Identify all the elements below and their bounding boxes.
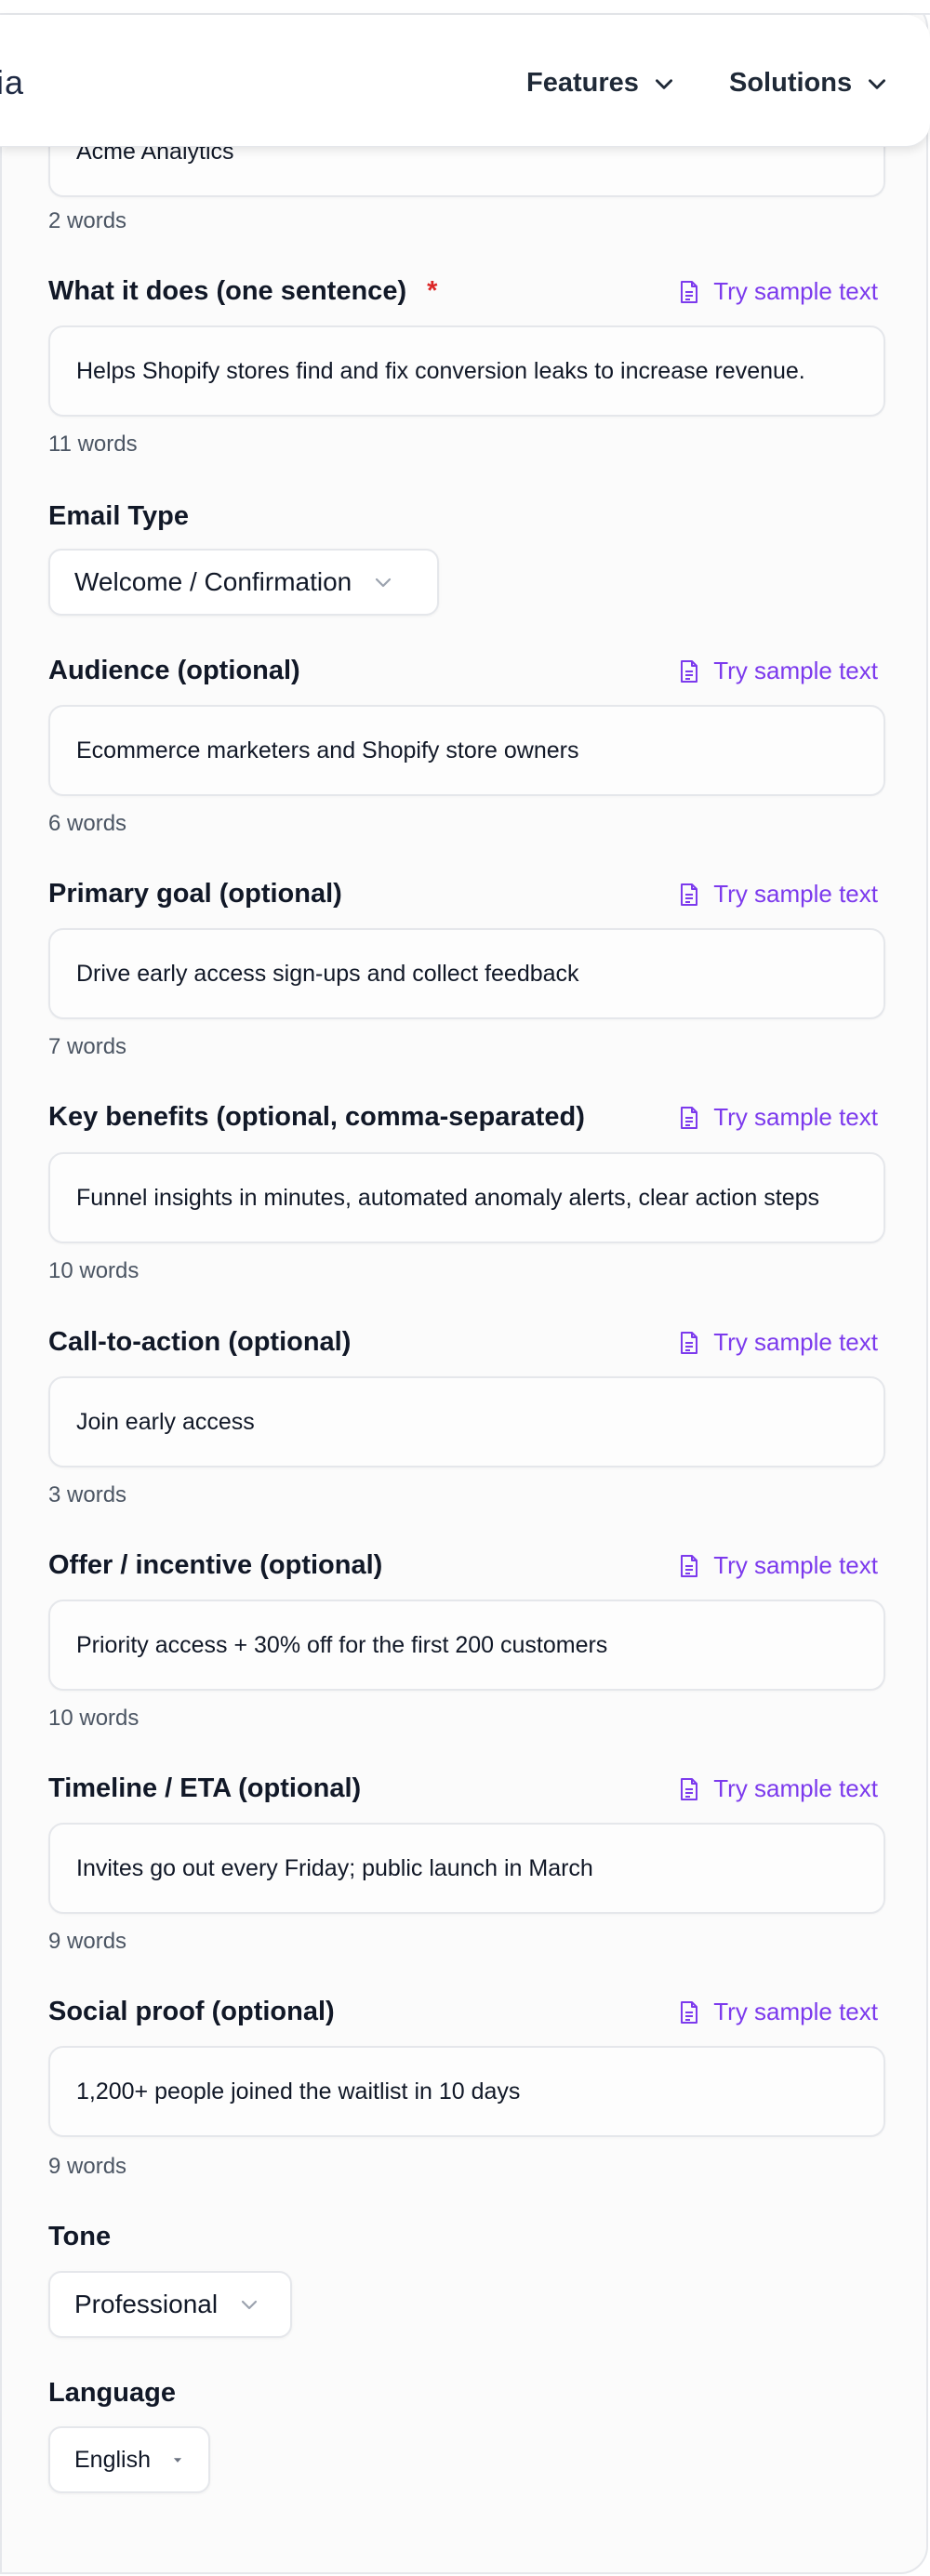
key-benefits-label: Key benefits (optional, comma-separated) — [48, 1102, 585, 1132]
email-type-select[interactable]: Welcome / Confirmation — [48, 549, 439, 616]
what-it-does-word-count: 11 words — [48, 432, 138, 457]
document-text-icon — [681, 883, 698, 906]
document-text-icon — [681, 1106, 698, 1129]
what-it-does-sample-link[interactable]: Try sample text — [678, 277, 878, 306]
audience-sample-link[interactable]: Try sample text — [678, 657, 878, 685]
timeline-input[interactable]: Invites go out every Friday; public laun… — [48, 1823, 885, 1914]
window-top-edge — [0, 0, 930, 15]
what-it-does-input[interactable]: Helps Shopify stores find and fix conver… — [48, 325, 885, 417]
sample-link-label: Try sample text — [713, 657, 878, 684]
document-text-icon — [681, 2000, 698, 2024]
timeline-value: Invites go out every Friday; public laun… — [76, 1854, 593, 1881]
cta-label: Call-to-action (optional) — [48, 1327, 352, 1357]
sample-link-label: Try sample text — [713, 880, 878, 908]
sample-link-label: Try sample text — [713, 277, 878, 305]
social-proof-label: Social proof (optional) — [48, 1997, 335, 2026]
language-selected: English — [74, 2446, 151, 2473]
primary-goal-sample-link[interactable]: Try sample text — [678, 880, 878, 909]
social-proof-input[interactable]: 1,200+ people joined the waitlist in 10 … — [48, 2046, 885, 2137]
key-benefits-input[interactable]: Funnel insights in minutes, automated an… — [48, 1152, 885, 1243]
offer-word-count: 10 words — [48, 1706, 140, 1731]
document-text-icon — [681, 1777, 698, 1800]
key-benefits-value: Funnel insights in minutes, automated an… — [76, 1184, 820, 1211]
nav-solutions[interactable]: Solutions — [729, 68, 889, 99]
what-it-does-label: What it does (one sentence) * — [48, 276, 437, 307]
offer-input[interactable]: Priority access + 30% off for the first … — [48, 1600, 885, 1691]
audience-label: Audience (optional) — [48, 656, 300, 685]
what-it-does-label-text: What it does (one sentence) — [48, 276, 407, 306]
primary-goal-input[interactable]: Drive early access sign-ups and collect … — [48, 928, 885, 1019]
sample-link-label: Try sample text — [713, 1328, 878, 1356]
tone-label: Tone — [48, 2222, 112, 2251]
email-type-selected: Welcome / Confirmation — [74, 567, 352, 596]
social-proof-value: 1,200+ people joined the waitlist in 10 … — [76, 2078, 521, 2105]
offer-label: Offer / incentive (optional) — [48, 1550, 383, 1580]
audience-input[interactable]: Ecommerce marketers and Shopify store ow… — [48, 705, 885, 796]
required-asterisk: * — [427, 276, 438, 306]
language-select[interactable]: English — [48, 2426, 210, 2493]
chevron-down-icon — [241, 2300, 258, 2310]
nav-solutions-label: Solutions — [729, 68, 853, 98]
product-name-word-count: 2 words — [48, 208, 127, 233]
audience-word-count: 6 words — [48, 811, 127, 836]
cta-input[interactable]: Join early access — [48, 1376, 885, 1467]
document-text-icon — [681, 280, 698, 303]
primary-goal-word-count: 7 words — [48, 1034, 127, 1059]
sample-link-label: Try sample text — [713, 1103, 878, 1131]
timeline-label: Timeline / ETA (optional) — [48, 1773, 362, 1803]
what-it-does-value: Helps Shopify stores find and fix conver… — [76, 357, 805, 384]
email-type-label: Email Type — [48, 501, 189, 531]
audience-value: Ecommerce marketers and Shopify store ow… — [76, 737, 579, 764]
sample-link-label: Try sample text — [713, 1551, 878, 1579]
nav-features[interactable]: Features — [526, 68, 676, 99]
key-benefits-sample-link[interactable]: Try sample text — [678, 1103, 878, 1132]
offer-value: Priority access + 30% off for the first … — [76, 1631, 608, 1658]
sample-link-label: Try sample text — [713, 1774, 878, 1802]
nav-features-label: Features — [526, 68, 639, 98]
caret-down-icon — [173, 2458, 182, 2463]
tone-selected: Professional — [74, 2290, 219, 2318]
document-text-icon — [681, 1554, 698, 1577]
chevron-down-icon — [655, 78, 672, 89]
social-proof-word-count: 9 words — [48, 2154, 127, 2179]
chevron-down-icon — [376, 578, 392, 588]
tone-select[interactable]: Professional — [48, 2271, 292, 2338]
language-label: Language — [48, 2378, 176, 2408]
document-text-icon — [681, 1331, 698, 1354]
cta-value: Join early access — [76, 1408, 255, 1435]
brand-logo-text[interactable]: ia — [0, 63, 24, 102]
social-proof-sample-link[interactable]: Try sample text — [678, 1998, 878, 2026]
cta-sample-link[interactable]: Try sample text — [678, 1328, 878, 1357]
primary-goal-label: Primary goal (optional) — [48, 879, 342, 909]
cta-word-count: 3 words — [48, 1482, 127, 1507]
timeline-word-count: 9 words — [48, 1929, 127, 1954]
chevron-down-icon — [869, 78, 886, 89]
key-benefits-word-count: 10 words — [48, 1258, 140, 1283]
timeline-sample-link[interactable]: Try sample text — [678, 1774, 878, 1803]
primary-goal-value: Drive early access sign-ups and collect … — [76, 960, 579, 987]
document-text-icon — [681, 659, 698, 683]
top-navigation-bar: ia Features Solutions — [0, 15, 930, 147]
form-card: Acme Analytics 2 words What it does (one… — [0, 0, 928, 2574]
sample-link-label: Try sample text — [713, 1998, 878, 2025]
offer-sample-link[interactable]: Try sample text — [678, 1551, 878, 1580]
